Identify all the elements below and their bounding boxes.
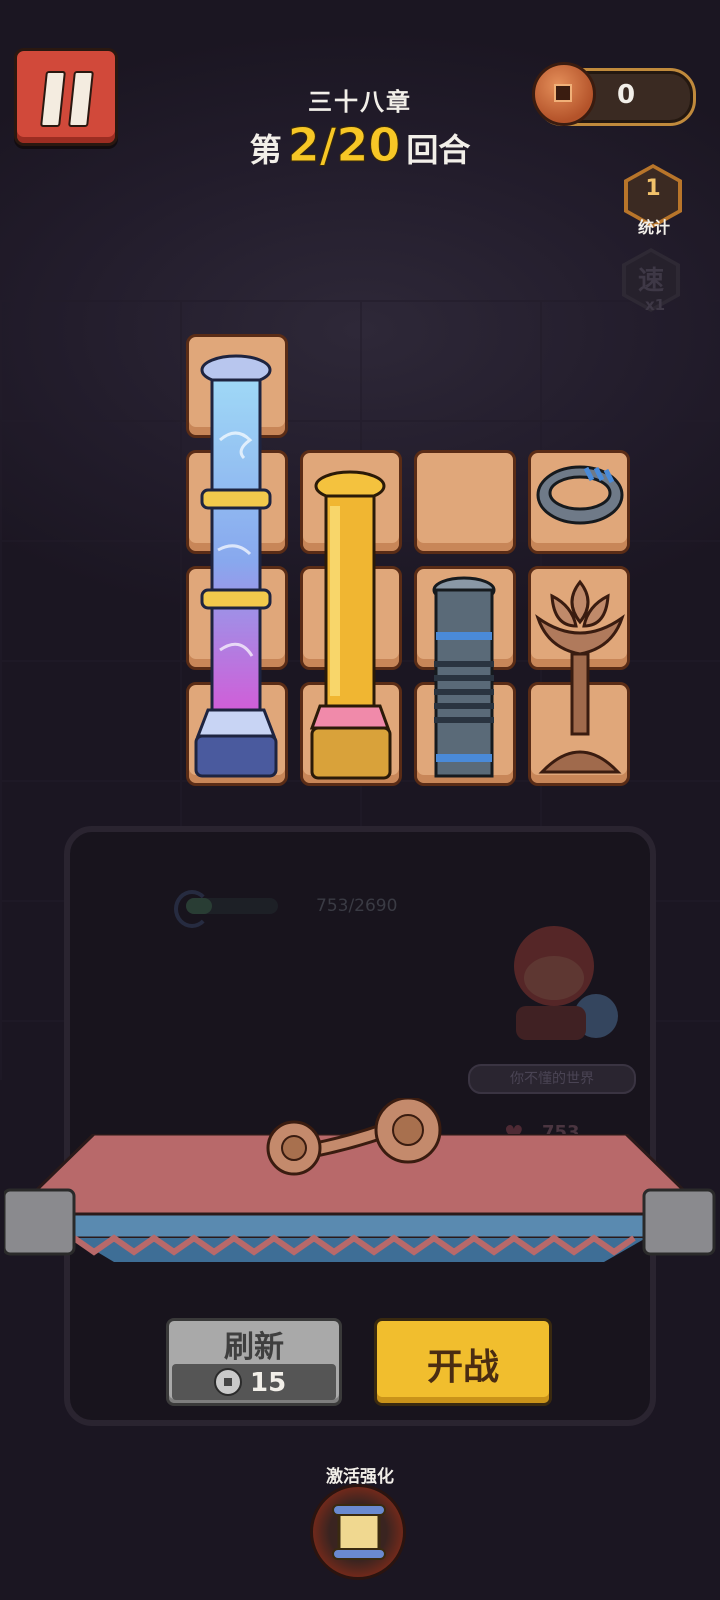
board-cell[interactable] — [414, 450, 516, 554]
copper-coin-icon — [532, 62, 596, 126]
enemy-portrait — [514, 926, 618, 1040]
speed-icon: 速 — [637, 266, 664, 296]
scroll-icon — [332, 1504, 386, 1560]
coin-icon — [214, 1368, 242, 1396]
bronze-lotus-lamp-icon[interactable] — [532, 572, 628, 782]
round-counter: 第 2/20 回合 — [0, 118, 720, 173]
round-prefix: 第 — [249, 131, 282, 169]
golden-pillar-icon[interactable] — [304, 466, 400, 786]
round-suffix: 回合 — [406, 131, 471, 169]
refresh-label: 刷新 — [224, 1330, 284, 1365]
podium-icon: 1 — [645, 176, 661, 201]
speed-multiplier: x1 — [644, 296, 666, 314]
steel-ring-icon[interactable] — [534, 460, 626, 530]
coin-value: 0 — [616, 80, 636, 110]
round-value: 2/20 — [287, 118, 401, 173]
ruyi-scepter-icon[interactable] — [262, 1098, 452, 1184]
hp-text: 753/2690 — [316, 896, 398, 916]
start-battle-label: 开战 — [426, 1347, 499, 1388]
hp-bar-fill — [186, 898, 212, 914]
activate-enhance-button[interactable] — [310, 1484, 406, 1580]
blue-swirl-pillar-icon[interactable] — [190, 350, 286, 790]
iron-rope-pillar-icon[interactable] — [422, 574, 508, 784]
refresh-cost: 15 — [250, 1368, 287, 1398]
stats-label: 统计 — [637, 218, 670, 237]
enemy-name: 你不懂的世界 — [468, 1064, 636, 1094]
